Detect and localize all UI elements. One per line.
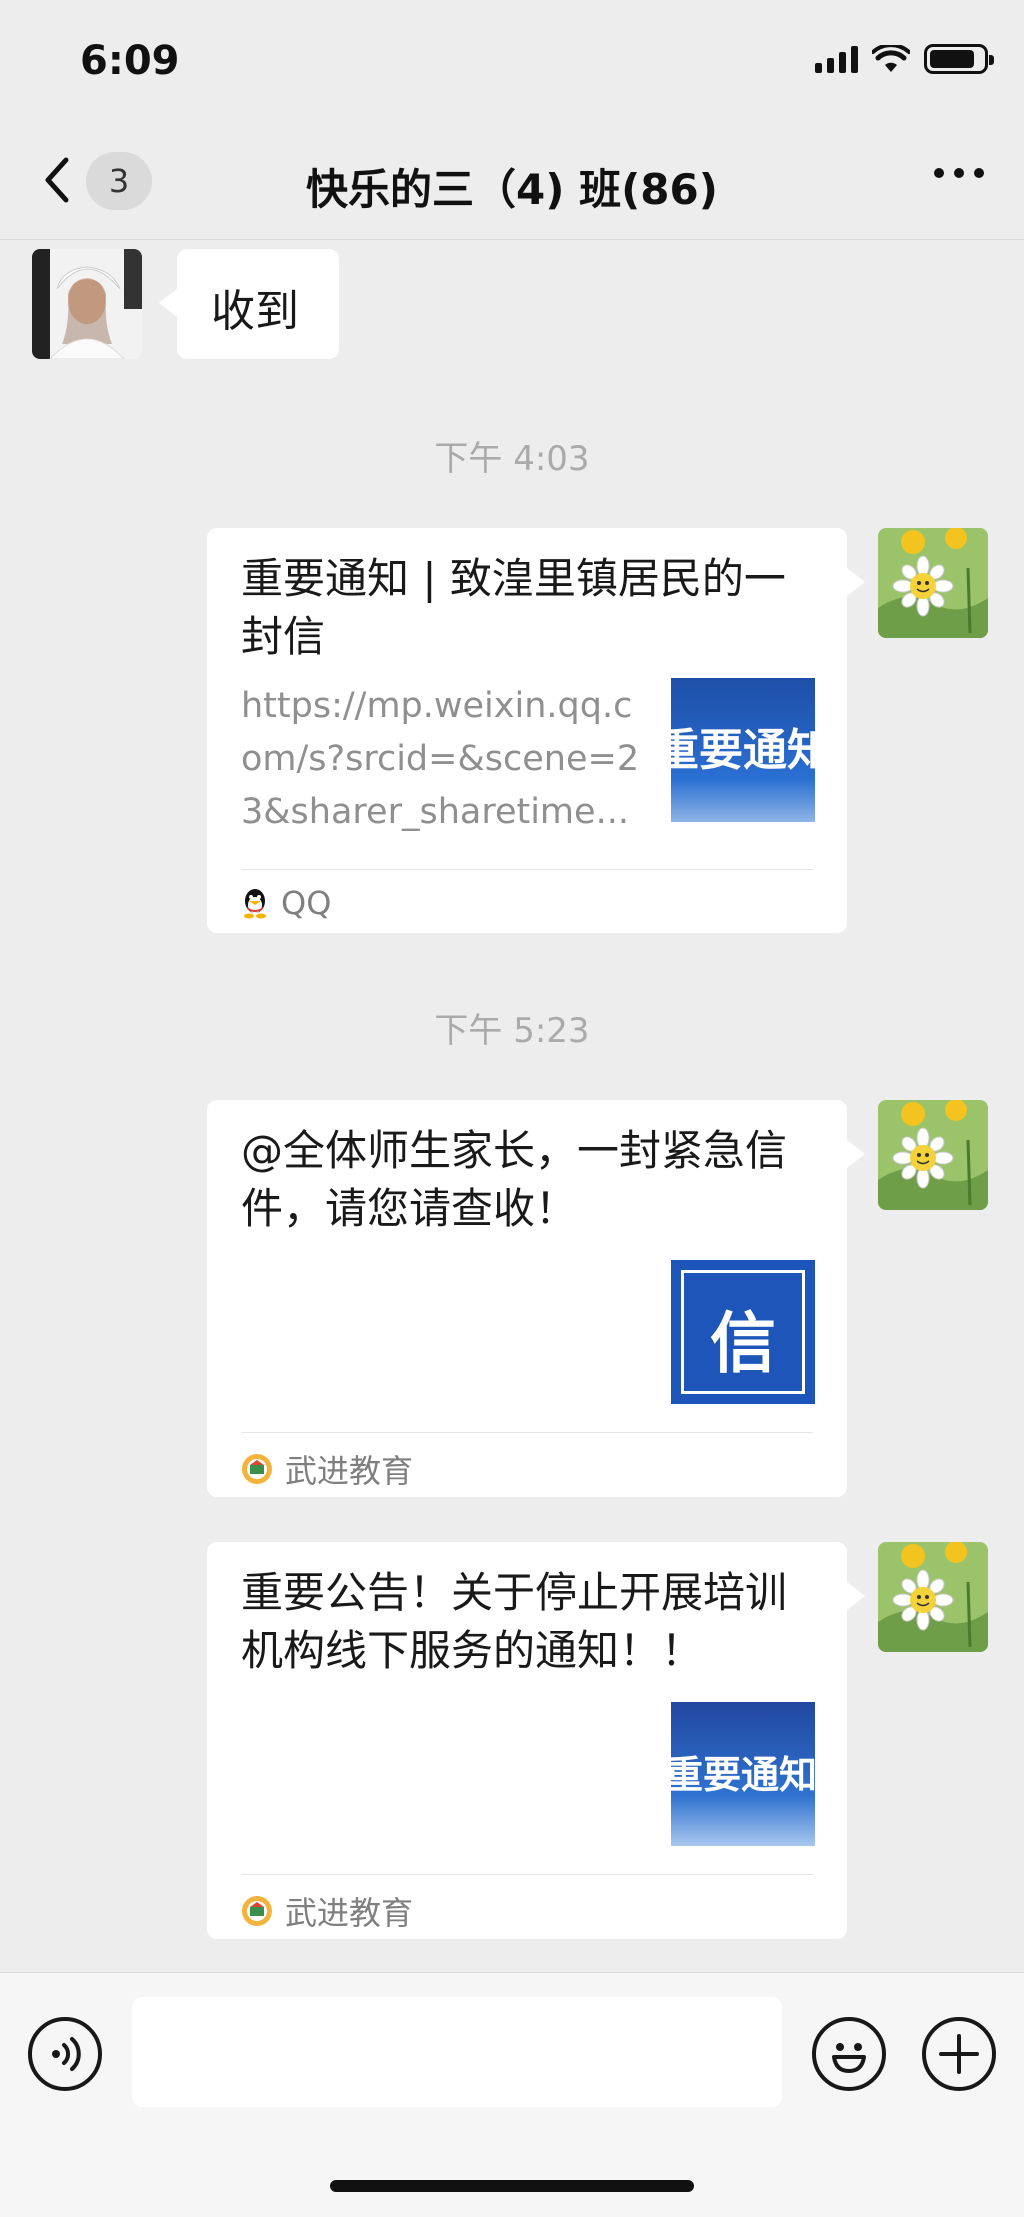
battery-level [930, 50, 975, 68]
message-text-input[interactable] [132, 1997, 782, 2107]
wujin-education-logo-icon [242, 1454, 272, 1484]
status-icons [815, 44, 994, 74]
voice-input-button[interactable] [28, 2017, 102, 2091]
link-card-source: 武进教育 [241, 1888, 413, 1934]
status-bar: 6:09 [0, 0, 1024, 120]
link-card-message[interactable]: 重要通知 | 致湟里镇居民的一封信 https://mp.weixin.qq.c… [207, 528, 865, 933]
link-card-description: https://mp.weixin.qq.com/s?srcid=&scene=… [241, 686, 640, 832]
voice-icon [52, 2037, 81, 2071]
wujin-education-logo-icon [242, 1896, 272, 1926]
link-card-thumbnail: 重要通知 [671, 1702, 815, 1846]
emoji-button[interactable] [812, 2017, 886, 2091]
card-divider [241, 1432, 813, 1433]
link-card-title: 重要通知 | 致湟里镇居民的一封信 [241, 554, 786, 661]
chat-header: 3 快乐的三（4) 班(86) [0, 120, 1024, 240]
message-text: 收到 [211, 286, 299, 337]
qq-penguin-icon [244, 889, 266, 919]
source-name: QQ [281, 884, 332, 922]
home-indicator [330, 2180, 694, 2192]
thumbnail-text: 重要通知 [671, 1752, 815, 1797]
more-functions-button[interactable] [922, 2017, 996, 2091]
chat-message-list[interactable]: 收到 下午 4:03 重要通知 | 致湟里镇居民的一封信 https://mp.… [0, 241, 1024, 1971]
text-message-bubble[interactable]: 收到 [159, 249, 339, 359]
thumbnail-text: 信 [710, 1304, 776, 1382]
smiley-icon [832, 2043, 866, 2073]
link-card-message[interactable]: @全体师生家长，一封紧急信件，请您请查收！ 信 武进教育 [207, 1100, 865, 1497]
timestamp: 下午 4:03 [434, 439, 590, 479]
link-card-title: 重要公告！关于停止开展培训机构线下服务的通知！！ [241, 1568, 788, 1675]
link-card-source: QQ [241, 884, 331, 922]
link-card-thumbnail: 信 [671, 1260, 815, 1404]
link-card-title: @全体师生家长，一封紧急信件，请您请查收！ [241, 1126, 788, 1233]
source-name: 武进教育 [285, 1452, 414, 1490]
thumbnail-text: 重要通知 [671, 725, 815, 776]
more-options-icon[interactable] [934, 168, 984, 178]
card-divider [241, 869, 813, 870]
battery-icon [924, 44, 994, 74]
cellular-signal-icon [815, 45, 858, 73]
link-card-message[interactable]: 重要公告！关于停止开展培训机构线下服务的通知！！ 重要通知 武进教育 [207, 1542, 865, 1939]
sender-avatar[interactable] [32, 249, 142, 359]
source-name: 武进教育 [285, 1894, 414, 1932]
link-card-source: 武进教育 [241, 1446, 413, 1492]
wifi-icon [872, 45, 910, 72]
my-avatar[interactable] [878, 1100, 988, 1210]
chat-title: 快乐的三（4) 班(86) [306, 165, 718, 214]
timestamp: 下午 5:23 [434, 1011, 590, 1051]
link-card-thumbnail: 重要通知 [671, 678, 815, 822]
card-divider [241, 1874, 813, 1875]
plus-icon [939, 2034, 979, 2074]
status-time: 6:09 [80, 38, 180, 84]
my-avatar[interactable] [878, 1542, 988, 1652]
my-avatar[interactable] [878, 528, 988, 638]
